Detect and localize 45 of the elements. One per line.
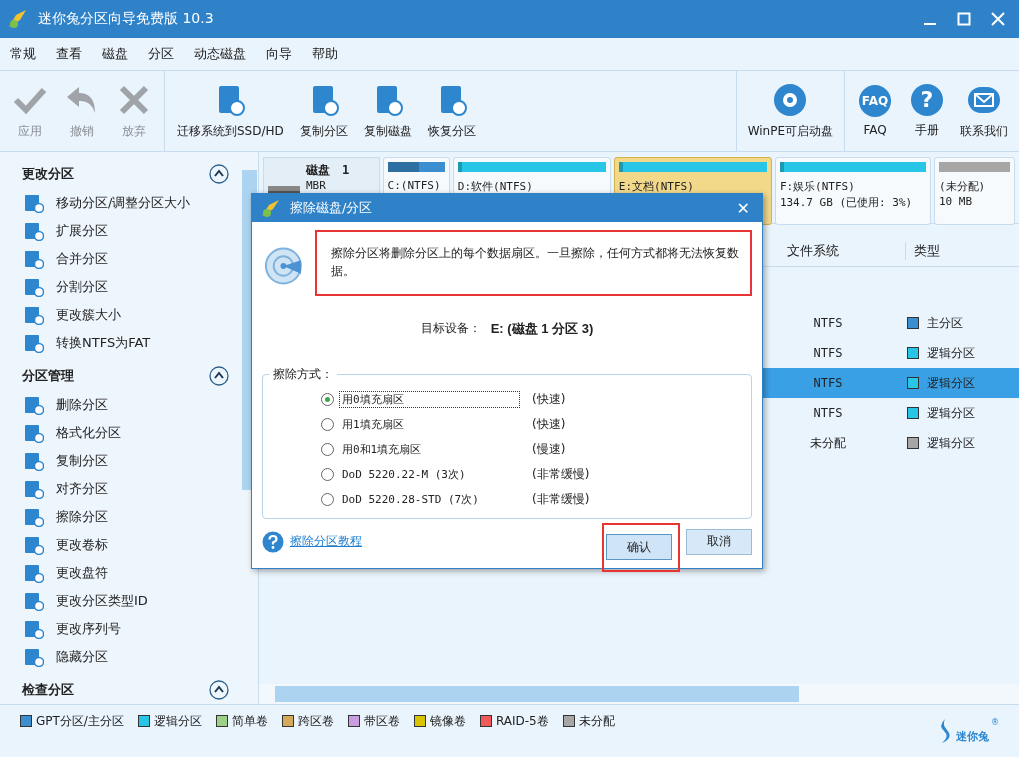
partition-label: E:文档(NTFS) [618,179,695,194]
legend-label: 带区卷 [363,712,400,730]
table-cell-text: NTFS [812,316,844,330]
table-cell-text: NTFS [812,346,844,360]
table-cell: 主分区 [927,314,963,332]
disk-scheme: MBR [306,179,327,192]
partition-label: D:软件(NTFS) [457,179,534,194]
group-label: 擦除方式： [272,366,334,383]
section-title: 分区管理 [22,367,74,385]
partition-label: (未分配) [938,179,987,194]
legend-label: 跨区卷 [297,712,334,730]
table-cell-text: NTFS [812,406,844,420]
option-speed: (慢速) [532,441,566,458]
table-cell: 逻辑分区 [927,404,975,422]
help-badge-icon: ? [911,83,943,116]
option-speed: (非常缓慢) [532,491,590,508]
window-title: 迷你兔分区向导免费版 10.3 [38,10,215,28]
partition-label: F:娱乐(NTFS) [779,179,856,194]
partition-size: 10 MB [938,195,974,208]
target-value: E: (磁盘 1 分区 3) [490,320,594,338]
legend-label: 逻辑分区 [153,712,202,730]
table-cell-text: 未分配 [809,434,847,452]
legend-label: 镜像卷 [429,712,466,730]
legend-label: GPT分区/主分区 [36,712,124,730]
option-speed: (非常缓慢) [532,466,590,483]
section-title: 检查分区 [22,681,74,699]
target-label: 目标设备： [420,320,481,337]
section-title: 更改分区 [22,165,74,183]
table-cell-text: NTFS [812,376,844,390]
table-cell: 逻辑分区 [927,374,975,392]
option-speed: (快速) [532,391,566,408]
warning-message: 擦除分区将删除分区上的每个数据扇区。一旦擦除，任何方式都将无法恢复数据。 [330,246,739,278]
table-cell: 逻辑分区 [927,344,975,362]
partition-label: C:(NTFS) [387,179,442,192]
table-cell: 逻辑分区 [927,434,975,452]
registered-mark: ® [991,718,999,727]
disk-name: 磁盘 1 [306,162,350,179]
legend-label: 未分配 [578,712,615,730]
legend-label: RAID-5卷 [495,712,549,730]
dialog-title: 擦除磁盘/分区 [290,199,374,217]
legend-label: 简单卷 [231,712,268,730]
option-speed: (快速) [532,416,566,433]
logo-text: 迷你兔 [956,729,989,744]
partition-size: 134.7 GB (已使用: 3%) [779,195,914,210]
help-badge-icon: FAQ [859,85,891,117]
